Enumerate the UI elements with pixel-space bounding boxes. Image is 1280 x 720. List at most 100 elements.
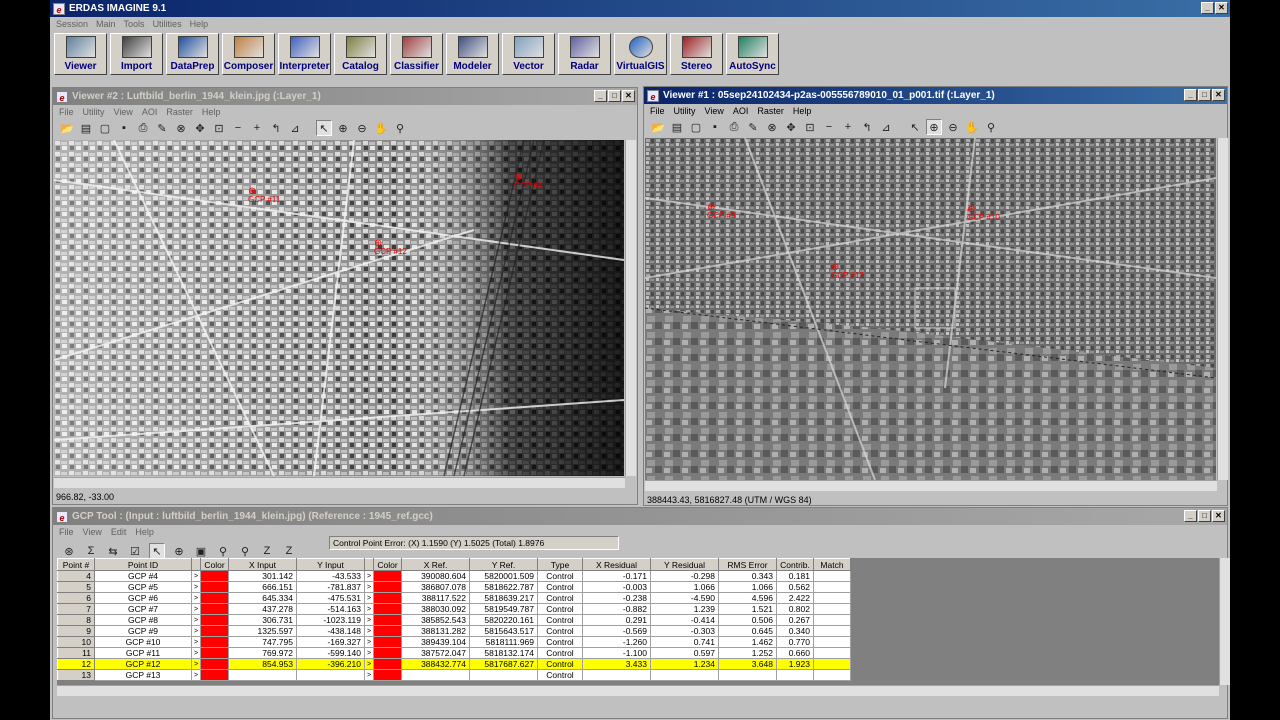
table-cell[interactable]: > bbox=[191, 592, 201, 604]
table-cell[interactable]: 769.972 bbox=[228, 647, 297, 659]
column-header[interactable]: Y Ref. bbox=[469, 558, 538, 571]
open-icon[interactable]: 📂 bbox=[59, 120, 75, 136]
table-cell[interactable]: 747.795 bbox=[228, 636, 297, 648]
column-header[interactable]: Color bbox=[200, 558, 229, 571]
table-cell[interactable]: 1.923 bbox=[776, 658, 814, 670]
viewer-1-menu-file[interactable]: File bbox=[650, 106, 665, 116]
table-cell[interactable] bbox=[813, 581, 851, 593]
column-header[interactable]: Type bbox=[537, 558, 583, 571]
table-cell[interactable]: -599.140 bbox=[296, 647, 365, 659]
column-header[interactable]: X Input bbox=[228, 558, 297, 571]
chart-icon[interactable]: ⊿ bbox=[287, 120, 303, 136]
table-cell[interactable]: 388131.282 bbox=[401, 625, 470, 637]
table-cell[interactable]: 388030.092 bbox=[401, 603, 470, 615]
close-button[interactable]: ✕ bbox=[1212, 510, 1225, 522]
interpreter-button[interactable]: Interpreter bbox=[278, 33, 331, 75]
viewer-1-menu-view[interactable]: View bbox=[705, 106, 724, 116]
dataprep-button[interactable]: DataPrep bbox=[166, 33, 219, 75]
table-cell[interactable]: 1.066 bbox=[718, 581, 777, 593]
viewer-1-vscroll[interactable] bbox=[1217, 138, 1228, 480]
table-cell[interactable]: -781.837 bbox=[296, 581, 365, 593]
minimize-button[interactable]: _ bbox=[1201, 2, 1214, 14]
table-cell[interactable] bbox=[296, 669, 365, 681]
inquire-icon[interactable]: ⚲ bbox=[392, 120, 408, 136]
plus-icon[interactable]: + bbox=[840, 119, 856, 135]
table-cell[interactable]: 5 bbox=[57, 581, 95, 593]
table-cell[interactable]: 390080.604 bbox=[401, 570, 470, 582]
plus-icon[interactable]: + bbox=[249, 120, 265, 136]
import-button[interactable]: Import bbox=[110, 33, 163, 75]
composer-button[interactable]: Composer bbox=[222, 33, 275, 75]
table-cell[interactable]: GCP #5 bbox=[94, 581, 192, 593]
table-cell[interactable]: 0.645 bbox=[718, 625, 777, 637]
gcp-marker[interactable]: ⊕ GCP #10 bbox=[967, 205, 1000, 222]
minimize-button[interactable]: _ bbox=[594, 90, 607, 102]
vector-button[interactable]: Vector bbox=[502, 33, 555, 75]
table-cell[interactable]: Control bbox=[537, 614, 583, 626]
table-cell[interactable]: > bbox=[191, 625, 201, 637]
table-cell[interactable]: -514.163 bbox=[296, 603, 365, 615]
viewer-2-hscroll[interactable] bbox=[54, 477, 625, 488]
table-cell[interactable]: 5818639.217 bbox=[469, 592, 538, 604]
table-cell[interactable] bbox=[813, 603, 851, 615]
table-cell[interactable] bbox=[373, 658, 402, 670]
fit-icon[interactable]: ✥ bbox=[783, 119, 799, 135]
reset-icon[interactable]: ⊡ bbox=[802, 119, 818, 135]
table-cell[interactable]: 1.521 bbox=[718, 603, 777, 615]
table-cell[interactable]: -0.171 bbox=[582, 570, 651, 582]
table-cell[interactable]: > bbox=[364, 603, 374, 615]
close-button[interactable]: ✕ bbox=[1212, 89, 1225, 101]
table-cell[interactable] bbox=[200, 603, 229, 615]
table-cell[interactable]: Control bbox=[537, 625, 583, 637]
column-header[interactable]: RMS Error bbox=[718, 558, 777, 571]
table-row[interactable]: 9 GCP #9 >1325.597 -438.148 >388131.282 58156… bbox=[57, 625, 851, 637]
table-cell[interactable] bbox=[373, 581, 402, 593]
table-cell[interactable]: 0.660 bbox=[776, 647, 814, 659]
table-cell[interactable]: 12 bbox=[57, 658, 95, 670]
table-cell[interactable]: > bbox=[364, 592, 374, 604]
viewer-2-menu-raster[interactable]: Raster bbox=[166, 107, 193, 117]
table-cell[interactable]: -1.260 bbox=[582, 636, 651, 648]
gcp-settings-icon[interactable]: ⊛ bbox=[61, 543, 77, 559]
table-cell[interactable]: GCP #8 bbox=[94, 614, 192, 626]
new-icon[interactable]: ▢ bbox=[97, 120, 113, 136]
viewer-1-image[interactable]: ⊕ GCP #9 ⊕ GCP #10 ⊕ GCP #12 bbox=[645, 138, 1216, 480]
gcp-table-hscroll[interactable] bbox=[57, 685, 1219, 696]
minimize-button[interactable]: _ bbox=[1184, 89, 1197, 101]
column-header[interactable]: X Residual bbox=[582, 558, 651, 571]
column-header[interactable]: Point # bbox=[57, 558, 95, 571]
table-cell[interactable] bbox=[373, 603, 402, 615]
table-cell[interactable]: > bbox=[364, 647, 374, 659]
table-cell[interactable]: Control bbox=[537, 581, 583, 593]
reset-icon[interactable]: ⊡ bbox=[211, 120, 227, 136]
stereo-button[interactable]: Stereo bbox=[670, 33, 723, 75]
table-cell[interactable]: 0.562 bbox=[776, 581, 814, 593]
table-cell[interactable]: 0.291 bbox=[582, 614, 651, 626]
save-icon[interactable]: ▪ bbox=[116, 120, 132, 136]
table-cell[interactable]: GCP #6 bbox=[94, 592, 192, 604]
table-cell[interactable] bbox=[200, 581, 229, 593]
measure-icon[interactable]: ↰ bbox=[859, 119, 875, 135]
table-cell[interactable] bbox=[469, 669, 538, 681]
zoom-in-icon[interactable]: ⊕ bbox=[335, 120, 351, 136]
gcp-tool-menu-view[interactable]: View bbox=[83, 527, 102, 537]
gcp-tool-menu-help[interactable]: Help bbox=[135, 527, 154, 537]
table-cell[interactable]: > bbox=[364, 669, 374, 681]
table-cell[interactable]: GCP #13 bbox=[94, 669, 192, 681]
table-cell[interactable]: 645.334 bbox=[228, 592, 297, 604]
table-cell[interactable]: -0.303 bbox=[650, 625, 719, 637]
table-cell[interactable]: Control bbox=[537, 603, 583, 615]
table-cell[interactable] bbox=[200, 647, 229, 659]
save-icon[interactable]: ▪ bbox=[707, 119, 723, 135]
table-cell[interactable]: Control bbox=[537, 570, 583, 582]
inquire-icon[interactable]: ⚲ bbox=[983, 119, 999, 135]
table-cell[interactable] bbox=[373, 636, 402, 648]
pointer-icon[interactable]: ↖ bbox=[907, 119, 923, 135]
column-header[interactable]: X Ref. bbox=[401, 558, 470, 571]
table-cell[interactable]: -0.414 bbox=[650, 614, 719, 626]
table-cell[interactable]: > bbox=[364, 658, 374, 670]
menu-session[interactable]: Session bbox=[56, 19, 88, 29]
viewer-button[interactable]: Viewer bbox=[54, 33, 107, 75]
table-cell[interactable]: > bbox=[191, 636, 201, 648]
table-cell[interactable]: Control bbox=[537, 592, 583, 604]
